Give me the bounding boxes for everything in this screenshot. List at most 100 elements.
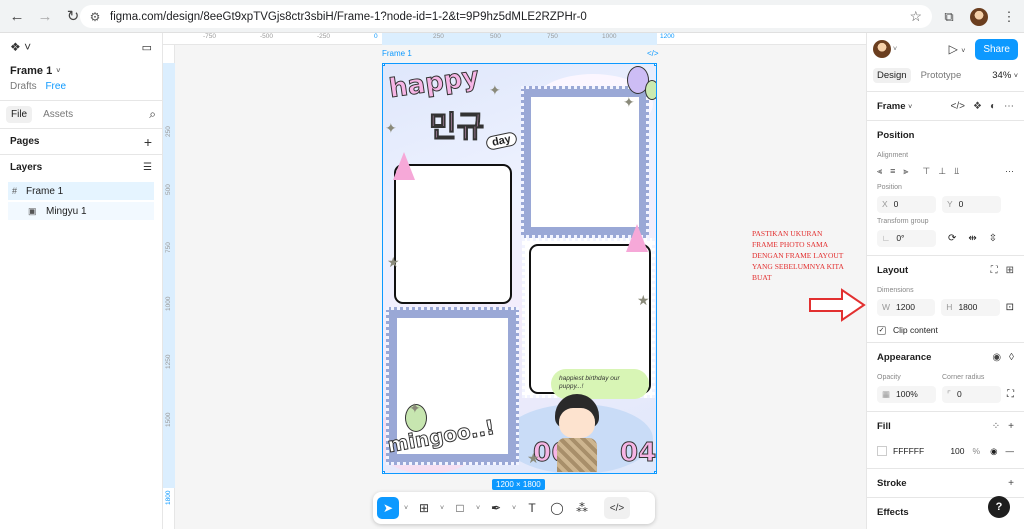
eye-icon[interactable]: ◉ <box>992 352 1001 363</box>
ruler-tick: 1250 <box>165 354 172 369</box>
extensions-icon[interactable]: ⧉ <box>934 9 964 25</box>
clip-checkbox[interactable]: ✓ <box>877 325 886 335</box>
rotation-input[interactable]: ∟ 0° <box>877 229 936 247</box>
fill-heading: Fill <box>877 420 891 432</box>
chevron-down-icon[interactable]: ˅ <box>474 497 482 519</box>
align-bottom-icon[interactable]: ⫫ <box>954 166 959 177</box>
flip-vertical-icon[interactable]: ⇳ <box>989 233 997 244</box>
move-tool-icon[interactable]: ➤ <box>377 497 399 519</box>
sparkle-icon: ✦ <box>489 82 501 98</box>
profile-avatar[interactable] <box>970 7 988 26</box>
ruler-tick: 500 <box>165 184 172 195</box>
zoom-value: 34% <box>992 69 1012 81</box>
flip-horizontal-icon[interactable]: ⇹ <box>968 233 976 244</box>
styles-icon[interactable]: ⁘ <box>992 421 1000 432</box>
mask-icon[interactable]: ◐ <box>990 101 996 112</box>
drafts-link[interactable]: Drafts <box>10 81 37 92</box>
plan-badge[interactable]: Free <box>45 81 66 92</box>
add-page-icon[interactable]: + <box>144 134 152 150</box>
ruler-tick: 750 <box>547 33 558 40</box>
file-title[interactable]: Frame 1 ˅ <box>0 61 162 77</box>
width-input[interactable]: W 1200 <box>877 298 936 316</box>
party-hat-shape <box>626 224 648 252</box>
dev-code-icon[interactable]: </> <box>647 49 659 58</box>
toggle-sidebar-icon[interactable]: ▭ <box>142 41 152 54</box>
add-stroke-icon[interactable]: + <box>1008 478 1014 489</box>
pages-section[interactable]: Pages + <box>0 128 162 154</box>
vertical-ruler: 250 500 750 1000 1250 1500 1800 <box>163 45 175 529</box>
more-icon[interactable]: ⋯ <box>1004 101 1014 112</box>
tab-prototype[interactable]: Prototype <box>917 68 966 83</box>
back-icon[interactable]: ← <box>6 5 28 27</box>
y-input[interactable]: Y0 <box>942 195 1001 213</box>
frame-tool-icon[interactable]: ⊞ <box>413 497 435 519</box>
collapse-layers-icon[interactable]: ☰ <box>143 162 152 173</box>
tab-assets[interactable]: Assets <box>38 106 78 123</box>
align-right-icon[interactable]: ⫸ <box>903 166 908 177</box>
file-title-text: Frame 1 <box>10 65 53 77</box>
corner-radius-input[interactable]: ⌜ 0 <box>942 385 1001 403</box>
share-button[interactable]: Share <box>975 38 1018 60</box>
comment-tool-icon[interactable]: ◯ <box>546 497 568 519</box>
menu-dots-icon[interactable]: ⋮ <box>994 9 1024 25</box>
photo-frame[interactable]: happy 민규 day mingoo..! 06 04 happiest bi… <box>382 63 657 474</box>
align-top-icon[interactable]: ⊤ <box>922 166 930 177</box>
rectangle-tool-icon[interactable]: □ <box>449 497 471 519</box>
avatar[interactable] <box>873 40 891 58</box>
ruler-tick: 250 <box>433 33 444 40</box>
fill-opacity[interactable]: 100 <box>950 446 964 456</box>
address-bar[interactable]: ⚙ figma.com/design/8eeGt9xpTVGjs8ctr3sbi… <box>80 5 932 28</box>
auto-layout-icon[interactable]: ⛶ <box>991 265 998 276</box>
align-center-h-icon[interactable]: ≡ <box>890 166 895 176</box>
rotation-value: 0° <box>896 233 905 243</box>
figma-menu-icon[interactable]: ❖ ˅ <box>10 40 31 54</box>
present-icon[interactable]: ▷ ˅ <box>949 42 966 56</box>
tab-design[interactable]: Design <box>873 67 911 83</box>
layer-item[interactable]: # Frame 1 <box>8 182 154 200</box>
frame-name-label[interactable]: Frame 1 <box>382 49 412 58</box>
frame-icon: # <box>12 186 18 196</box>
alignment-label: Alignment <box>877 151 909 159</box>
dev-mode-icon[interactable]: </> <box>604 497 630 519</box>
site-settings-icon[interactable]: ⚙ <box>84 10 106 24</box>
fill-swatch[interactable] <box>877 446 887 456</box>
remove-fill-icon[interactable]: — <box>1006 446 1015 456</box>
sparkle-icon: ✦ <box>623 94 635 110</box>
fill-hex[interactable]: FFFFFF <box>893 446 924 456</box>
actions-tool-icon[interactable]: ⁂ <box>571 497 593 519</box>
pen-tool-icon[interactable]: ✒ <box>485 497 507 519</box>
more-icon[interactable]: ⋯ <box>1005 166 1014 177</box>
help-button[interactable]: ? <box>988 496 1010 518</box>
height-input[interactable]: H 1800 <box>941 298 1000 316</box>
chevron-down-icon[interactable]: ˅ <box>438 497 446 519</box>
drop-icon[interactable]: ◊ <box>1009 352 1014 363</box>
resize-icon[interactable]: ⊡ <box>1006 302 1014 313</box>
image-icon: ▣ <box>28 205 37 216</box>
text-tool-icon[interactable]: T <box>521 497 543 519</box>
photo-slot <box>531 97 639 227</box>
align-middle-v-icon[interactable]: ⊥ <box>938 166 946 177</box>
frame-type-select[interactable]: Frame ˅ <box>877 101 912 112</box>
grid-icon[interactable]: ⊞ <box>1006 265 1014 276</box>
eye-icon[interactable]: ◉ <box>990 446 997 457</box>
independent-corners-icon[interactable]: ⛶ <box>1007 389 1014 400</box>
add-fill-icon[interactable]: + <box>1008 421 1014 432</box>
opacity-input[interactable]: ▦ 100% <box>877 385 936 403</box>
tab-file[interactable]: File <box>6 106 33 123</box>
layer-item[interactable]: ▣ Mingyu 1 <box>8 202 154 220</box>
chevron-down-icon[interactable]: ˅ <box>510 497 518 519</box>
chevron-down-icon[interactable]: ˅ <box>893 46 897 53</box>
bookmark-star-icon[interactable]: ☆ <box>909 8 922 25</box>
align-left-icon[interactable]: ⫷ <box>877 166 882 177</box>
component-icon[interactable]: ❖ <box>973 101 982 112</box>
chevron-down-icon[interactable]: ˅ <box>402 497 410 519</box>
code-icon[interactable]: </> <box>951 101 965 112</box>
forward-icon[interactable]: → <box>34 5 56 27</box>
search-icon[interactable]: ⌕ <box>149 107 156 122</box>
zoom-level[interactable]: 34% ˅ <box>992 70 1018 81</box>
star-icon: ★ <box>387 254 400 270</box>
rotate-icon[interactable]: ⟳ <box>948 233 956 244</box>
x-input[interactable]: X0 <box>877 195 936 213</box>
star-icon: ★ <box>637 292 650 308</box>
opacity-label: Opacity <box>877 373 901 381</box>
